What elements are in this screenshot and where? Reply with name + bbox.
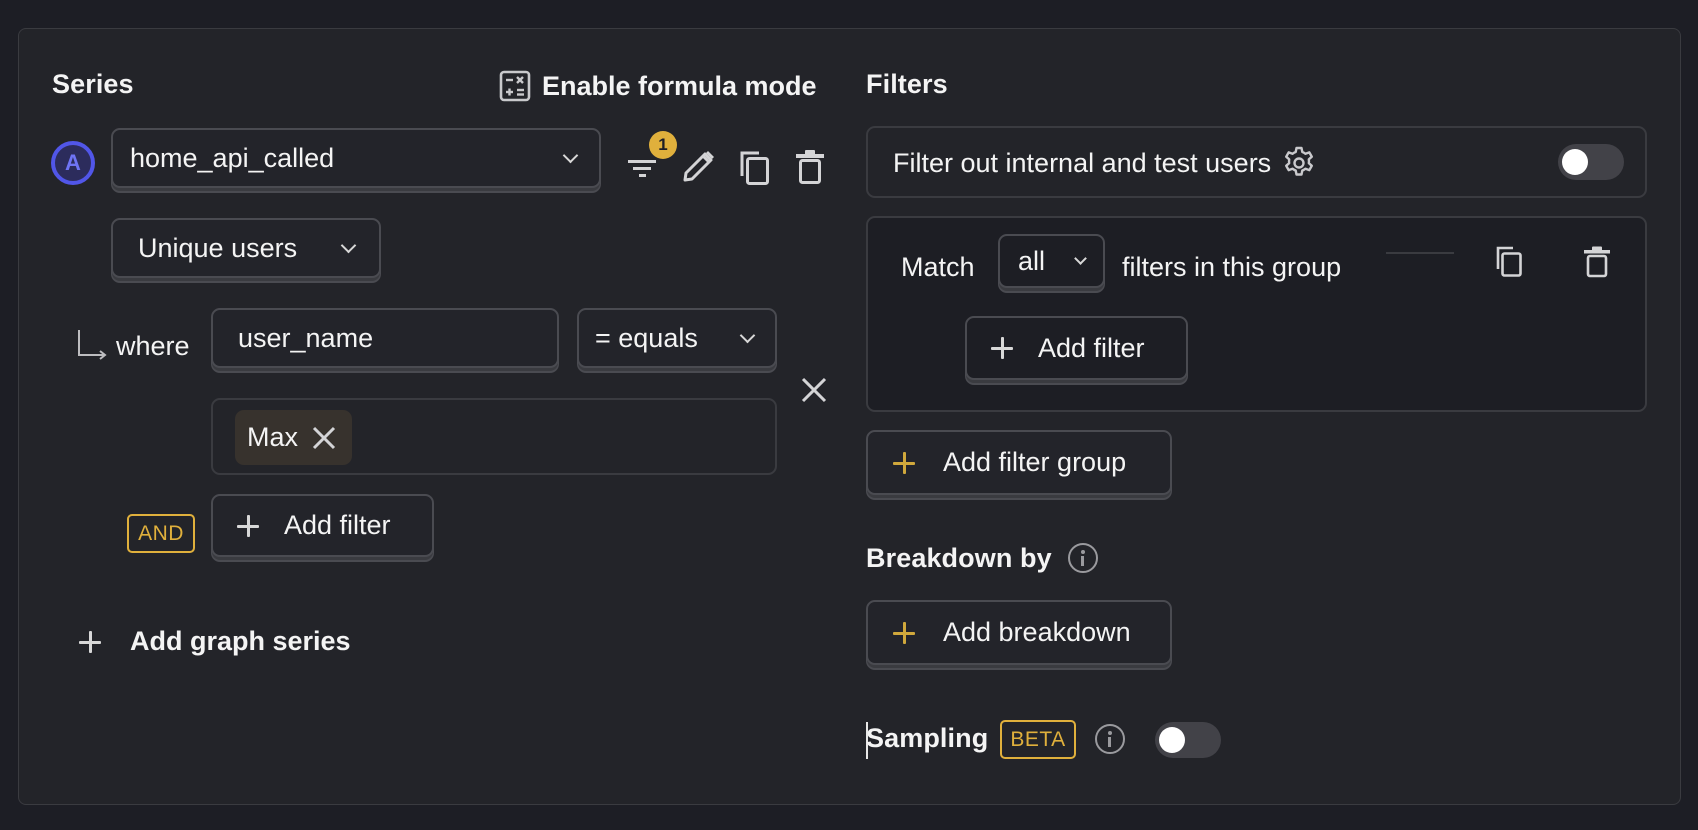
plus-icon xyxy=(893,451,915,474)
add-filter-label: Add filter xyxy=(284,510,391,540)
calculator-icon xyxy=(499,70,531,102)
subdirectory-arrow-icon xyxy=(78,330,107,360)
match-suffix-label: filters in this group xyxy=(1122,252,1342,282)
operator-select[interactable]: = equals xyxy=(577,308,777,368)
chevron-down-icon xyxy=(562,147,579,163)
add-filter-group-button[interactable]: Add filter group xyxy=(866,430,1172,495)
value-chip: Max xyxy=(235,410,353,465)
filters-title: Filters xyxy=(866,69,948,99)
series-title: Series xyxy=(52,69,134,99)
aggregation-select[interactable]: Unique users xyxy=(111,218,381,278)
remove-value-button[interactable] xyxy=(312,426,336,450)
where-label: where xyxy=(116,331,190,361)
trash-icon xyxy=(1584,246,1610,278)
group-add-filter-label: Add filter xyxy=(1038,332,1145,363)
series-letter-badge: A xyxy=(51,141,95,185)
rename-series-button[interactable] xyxy=(676,145,720,189)
add-graph-series-label: Add graph series xyxy=(130,626,351,656)
gear-icon xyxy=(1285,146,1314,176)
match-prefix-label: Match xyxy=(901,252,975,282)
toggle-knob xyxy=(1562,149,1588,175)
add-filter-button[interactable]: Add filter xyxy=(211,494,434,557)
property-select[interactable]: user_name xyxy=(211,308,559,368)
beta-badge: BETA xyxy=(1000,720,1076,759)
event-select-value: home_api_called xyxy=(130,142,335,173)
property-select-value: user_name xyxy=(238,322,374,353)
chevron-down-icon xyxy=(1074,251,1087,265)
chevron-down-icon xyxy=(739,327,756,343)
sampling-toggle[interactable] xyxy=(1155,722,1221,758)
internal-users-settings-button[interactable] xyxy=(1281,145,1317,181)
add-breakdown-label: Add breakdown xyxy=(943,617,1131,647)
add-filter-group-label: Add filter group xyxy=(943,447,1127,477)
close-icon xyxy=(312,426,336,449)
close-icon xyxy=(801,377,827,403)
internal-users-filter-card: Filter out internal and test users xyxy=(866,126,1647,198)
chevron-down-icon xyxy=(340,237,357,253)
aggregation-select-value: Unique users xyxy=(138,232,298,263)
breakdown-info-icon[interactable] xyxy=(1068,543,1098,573)
delete-series-button[interactable] xyxy=(788,145,832,189)
breakdown-title: Breakdown by xyxy=(866,543,1052,573)
match-select[interactable]: all xyxy=(998,234,1105,288)
sampling-label: Sampling xyxy=(866,723,989,753)
trash-icon xyxy=(796,150,824,184)
plus-icon xyxy=(237,514,259,537)
filter-group-card: Match all filters in this group Add filt… xyxy=(866,216,1647,412)
and-badge: AND xyxy=(127,514,195,553)
match-select-value: all xyxy=(1018,245,1046,276)
group-add-filter-button[interactable]: Add filter xyxy=(965,316,1188,380)
copy-icon xyxy=(1496,246,1522,277)
sampling-info-icon[interactable] xyxy=(1095,724,1125,754)
filter-count-badge: 1 xyxy=(649,131,677,159)
toggle-knob xyxy=(1159,727,1185,753)
plus-icon xyxy=(893,621,915,644)
enable-formula-mode-button[interactable]: Enable formula mode xyxy=(499,70,817,102)
divider xyxy=(1386,252,1454,254)
add-breakdown-button[interactable]: Add breakdown xyxy=(866,600,1172,665)
internal-users-toggle[interactable] xyxy=(1558,144,1624,180)
plus-icon xyxy=(991,337,1013,359)
filter-value-input[interactable]: Max xyxy=(211,398,777,475)
operator-select-value: = equals xyxy=(595,322,698,353)
remove-filter-button[interactable] xyxy=(796,372,832,408)
event-select[interactable]: home_api_called xyxy=(111,128,601,188)
value-chip-label: Max xyxy=(247,422,299,452)
duplicate-group-button[interactable] xyxy=(1488,240,1532,284)
plus-icon xyxy=(79,630,101,653)
pencil-icon xyxy=(683,151,714,182)
add-graph-series-button[interactable]: Add graph series xyxy=(79,626,351,657)
internal-users-label: Filter out internal and test users xyxy=(893,147,1272,178)
copy-icon xyxy=(740,151,769,185)
duplicate-series-button[interactable] xyxy=(733,145,777,189)
delete-group-button[interactable] xyxy=(1575,240,1619,284)
enable-formula-mode-label: Enable formula mode xyxy=(542,70,817,101)
